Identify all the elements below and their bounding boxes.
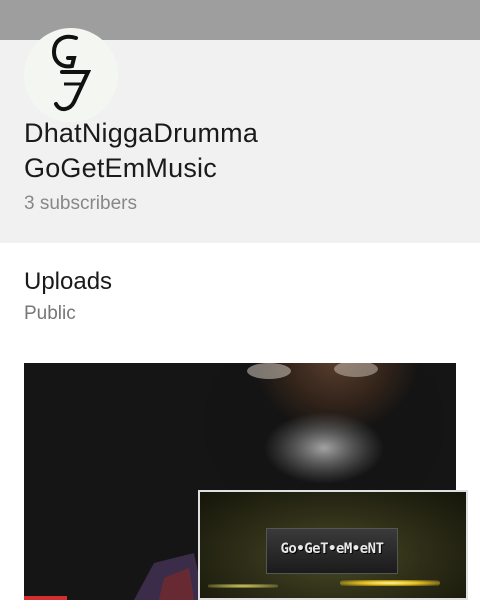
video-progress-bar [24,596,67,600]
video-overlay-inset: Go•GeT•eM•eNT [198,490,468,600]
channel-header: DhatNiggaDrumma GoGetEmMusic 3 subscribe… [0,28,480,243]
overlay-logo: Go•GeT•eM•eNT [266,528,398,574]
subscriber-count: 3 subscribers [24,193,137,214]
uploads-visibility: Public [24,303,76,324]
overlay-logo-text: Go•GeT•eM•eNT [280,541,384,557]
lens-flare [340,580,440,586]
channel-name-line1: DhatNiggaDrumma [24,118,259,148]
gg-logo-icon [51,34,92,111]
uploads-title[interactable]: Uploads [24,268,112,296]
channel-name: DhatNiggaDrumma GoGetEmMusic [24,116,258,186]
channel-name-line2: GoGetEmMusic [24,153,217,183]
channel-avatar[interactable] [24,28,118,122]
lens-flare-small [208,584,278,588]
